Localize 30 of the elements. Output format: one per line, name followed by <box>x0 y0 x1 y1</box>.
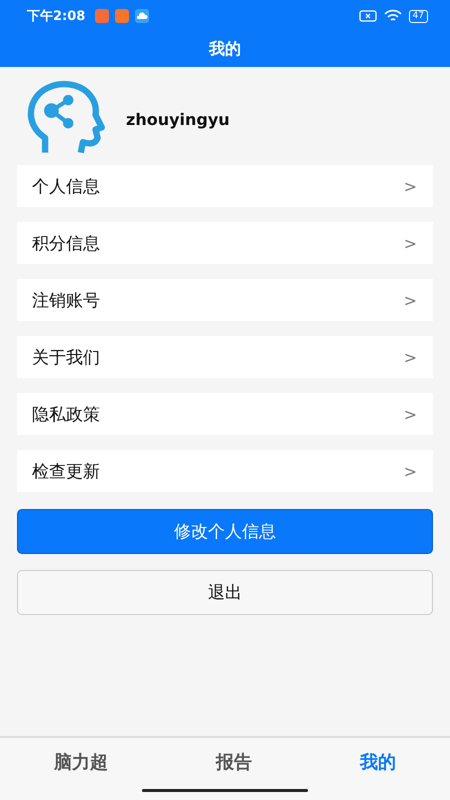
menu-item[interactable]: 隐私政策 > <box>17 393 433 435</box>
menu-label: 检查更新 <box>32 460 100 482</box>
logout-button[interactable]: 退出 <box>17 570 433 615</box>
menu-item[interactable]: 关于我们 > <box>17 336 433 378</box>
battery-indicator: 47 <box>408 10 428 22</box>
nav-tab[interactable]: 脑力超 <box>54 750 108 778</box>
username: zhouyingyu <box>126 110 230 128</box>
chevron-icon: > <box>404 176 417 196</box>
menu-label: 积分信息 <box>32 232 100 254</box>
nav-tab[interactable]: 报告 <box>216 750 252 778</box>
page-title: 我的 <box>209 39 241 60</box>
wifi-icon <box>382 9 403 23</box>
menu-label: 隐私政策 <box>32 404 100 426</box>
status-time: 下午2:08 <box>27 8 86 25</box>
chevron-icon: > <box>404 348 417 366</box>
cloud-icon <box>135 9 150 23</box>
edit-profile-button[interactable]: 修改个人信息 <box>17 509 433 554</box>
menu-item[interactable]: 积分信息 > <box>17 222 433 264</box>
chevron-icon: > <box>404 404 417 424</box>
menu-label: 关于我们 <box>32 346 100 368</box>
chevron-icon: > <box>404 462 417 480</box>
sim-icon <box>358 10 377 22</box>
nav-tab[interactable]: 我的 <box>360 750 396 778</box>
chevron-icon: > <box>404 234 417 252</box>
menu-item[interactable]: 检查更新 > <box>17 450 433 492</box>
menu-label: 个人信息 <box>32 176 100 198</box>
menu-item[interactable]: 注销账号 > <box>17 279 433 321</box>
chevron-icon: > <box>404 290 417 310</box>
menu-label: 注销账号 <box>32 290 100 312</box>
menu-item[interactable]: 个人信息 > <box>17 165 433 207</box>
